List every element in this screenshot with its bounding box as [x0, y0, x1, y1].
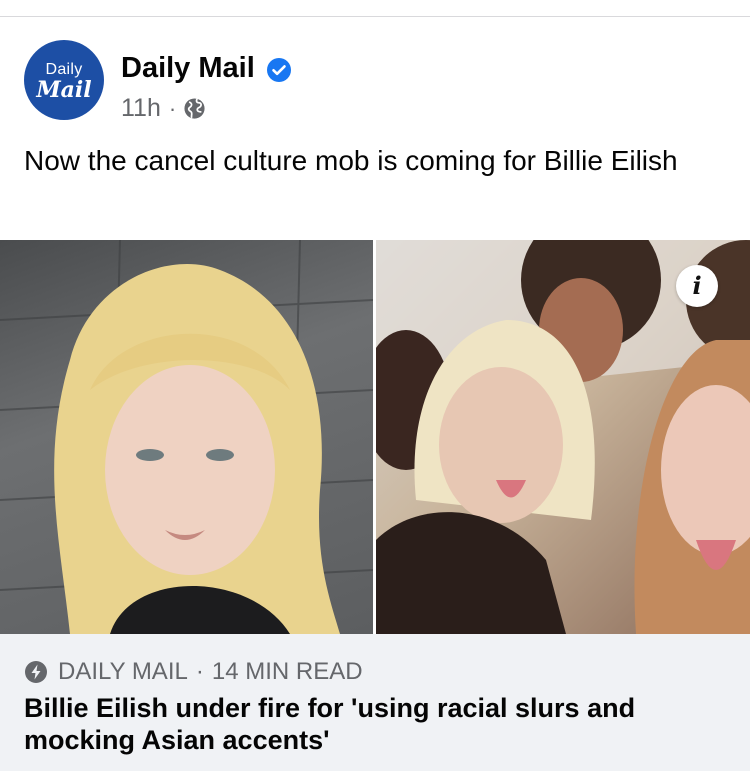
post-meta: 11h · — [121, 94, 206, 123]
verified-badge-icon — [267, 58, 291, 82]
post-header: Daily Mail Daily Mail 11h · — [24, 40, 724, 122]
page-name[interactable]: Daily Mail — [121, 52, 255, 85]
photo-billie-eilish-portrait[interactable] — [0, 240, 373, 634]
avatar-line2: Mail — [36, 77, 92, 103]
lightning-bolt-icon — [24, 660, 48, 684]
post-media[interactable] — [0, 240, 750, 634]
globe-icon[interactable] — [183, 97, 206, 120]
top-divider — [0, 16, 750, 17]
post-text: Now the cancel culture mob is coming for… — [24, 145, 678, 176]
link-source-row: DAILY MAIL · 14 MIN READ — [24, 658, 363, 686]
link-preview-card[interactable]: DAILY MAIL · 14 MIN READ Billie Eilish u… — [0, 634, 750, 771]
link-headline[interactable]: Billie Eilish under fire for 'using raci… — [24, 692, 704, 756]
link-separator: · — [195, 658, 204, 685]
avatar[interactable]: Daily Mail — [24, 40, 104, 120]
link-read-time: 14 MIN READ — [211, 658, 363, 685]
info-icon[interactable]: i — [676, 265, 718, 307]
meta-separator: · — [168, 95, 177, 121]
post-time[interactable]: 11h — [121, 94, 161, 123]
link-source: DAILY MAIL — [58, 658, 188, 685]
